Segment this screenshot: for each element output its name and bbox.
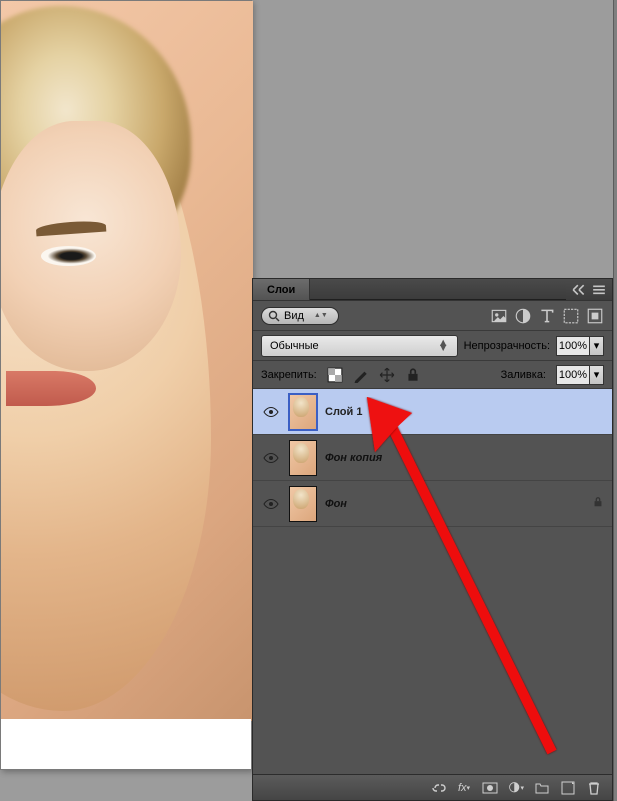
layer-name-label[interactable]: Слой 1	[325, 406, 362, 418]
layer-name-label[interactable]: Фон копия	[325, 452, 382, 464]
opacity-label: Непрозрачность:	[464, 340, 550, 352]
filter-type-label: Вид	[284, 310, 304, 322]
visibility-toggle[interactable]	[261, 496, 281, 512]
lock-row: Закрепить: Заливка: ▾	[253, 361, 612, 389]
window-edge	[613, 0, 617, 801]
lock-all-icon[interactable]	[405, 367, 421, 383]
fill-input[interactable]: ▾	[556, 365, 604, 385]
panel-menu-icon[interactable]	[592, 285, 606, 295]
panel-tab-bar	[310, 279, 566, 300]
filter-type-button[interactable]: Вид ▲▼	[261, 307, 339, 325]
layer-thumbnail[interactable]	[289, 486, 317, 522]
eye-icon	[263, 450, 279, 466]
layers-panel: Слои Вид ▲▼ Обычные ▲▼ Непрозрачность: ▾	[252, 278, 613, 801]
blend-mode-value: Обычные	[270, 340, 319, 352]
delete-layer-icon[interactable]	[586, 780, 602, 796]
canvas-chrome	[1, 719, 251, 769]
link-layers-icon[interactable]	[430, 780, 446, 796]
filter-pixel-icon[interactable]	[490, 307, 508, 325]
visibility-toggle[interactable]	[261, 404, 281, 420]
group-layers-icon[interactable]	[534, 780, 550, 796]
filter-text-icon[interactable]	[538, 307, 556, 325]
visibility-toggle[interactable]	[261, 450, 281, 466]
document-window	[0, 0, 252, 770]
tab-layers-label: Слои	[267, 284, 295, 296]
eye-icon	[263, 404, 279, 420]
opacity-field[interactable]	[556, 336, 590, 356]
blend-row: Обычные ▲▼ Непрозрачность: ▾	[253, 331, 612, 361]
collapse-icon[interactable]	[572, 285, 586, 295]
adjustment-layer-icon[interactable]: ▾	[508, 780, 524, 796]
filter-row: Вид ▲▼	[253, 301, 612, 331]
layer-thumbnail[interactable]	[289, 394, 317, 430]
blend-mode-select[interactable]: Обычные ▲▼	[261, 335, 458, 357]
fill-dropdown-icon[interactable]: ▾	[590, 365, 604, 385]
search-icon	[268, 310, 280, 322]
layer-mask-icon[interactable]	[482, 780, 498, 796]
opacity-dropdown-icon[interactable]: ▾	[590, 336, 604, 356]
layer-row[interactable]: Слой 1	[253, 389, 612, 435]
layer-name-label[interactable]: Фон	[325, 498, 347, 510]
opacity-input[interactable]: ▾	[556, 336, 604, 356]
filter-shape-icon[interactable]	[562, 307, 580, 325]
filter-adjustment-icon[interactable]	[514, 307, 532, 325]
fill-field[interactable]	[556, 365, 590, 385]
layers-list: Слой 1 Фон копия Фон	[253, 389, 612, 774]
panel-footer: fx▾ ▾	[253, 774, 612, 800]
lock-label: Закрепить:	[261, 369, 317, 381]
panel-header: Слои	[253, 279, 612, 301]
filter-smart-icon[interactable]	[586, 307, 604, 325]
lock-pixels-icon[interactable]	[353, 367, 369, 383]
lock-transparency-icon[interactable]	[327, 367, 343, 383]
layer-fx-icon[interactable]: fx▾	[456, 780, 472, 796]
canvas-image[interactable]	[1, 1, 253, 721]
layer-thumbnail[interactable]	[289, 440, 317, 476]
tab-layers[interactable]: Слои	[253, 279, 310, 300]
layer-row[interactable]: Фон	[253, 481, 612, 527]
eye-icon	[263, 496, 279, 512]
new-layer-icon[interactable]	[560, 780, 576, 796]
lock-icon	[592, 496, 604, 511]
layer-row[interactable]: Фон копия	[253, 435, 612, 481]
lock-position-icon[interactable]	[379, 367, 395, 383]
fill-label: Заливка:	[501, 369, 546, 381]
